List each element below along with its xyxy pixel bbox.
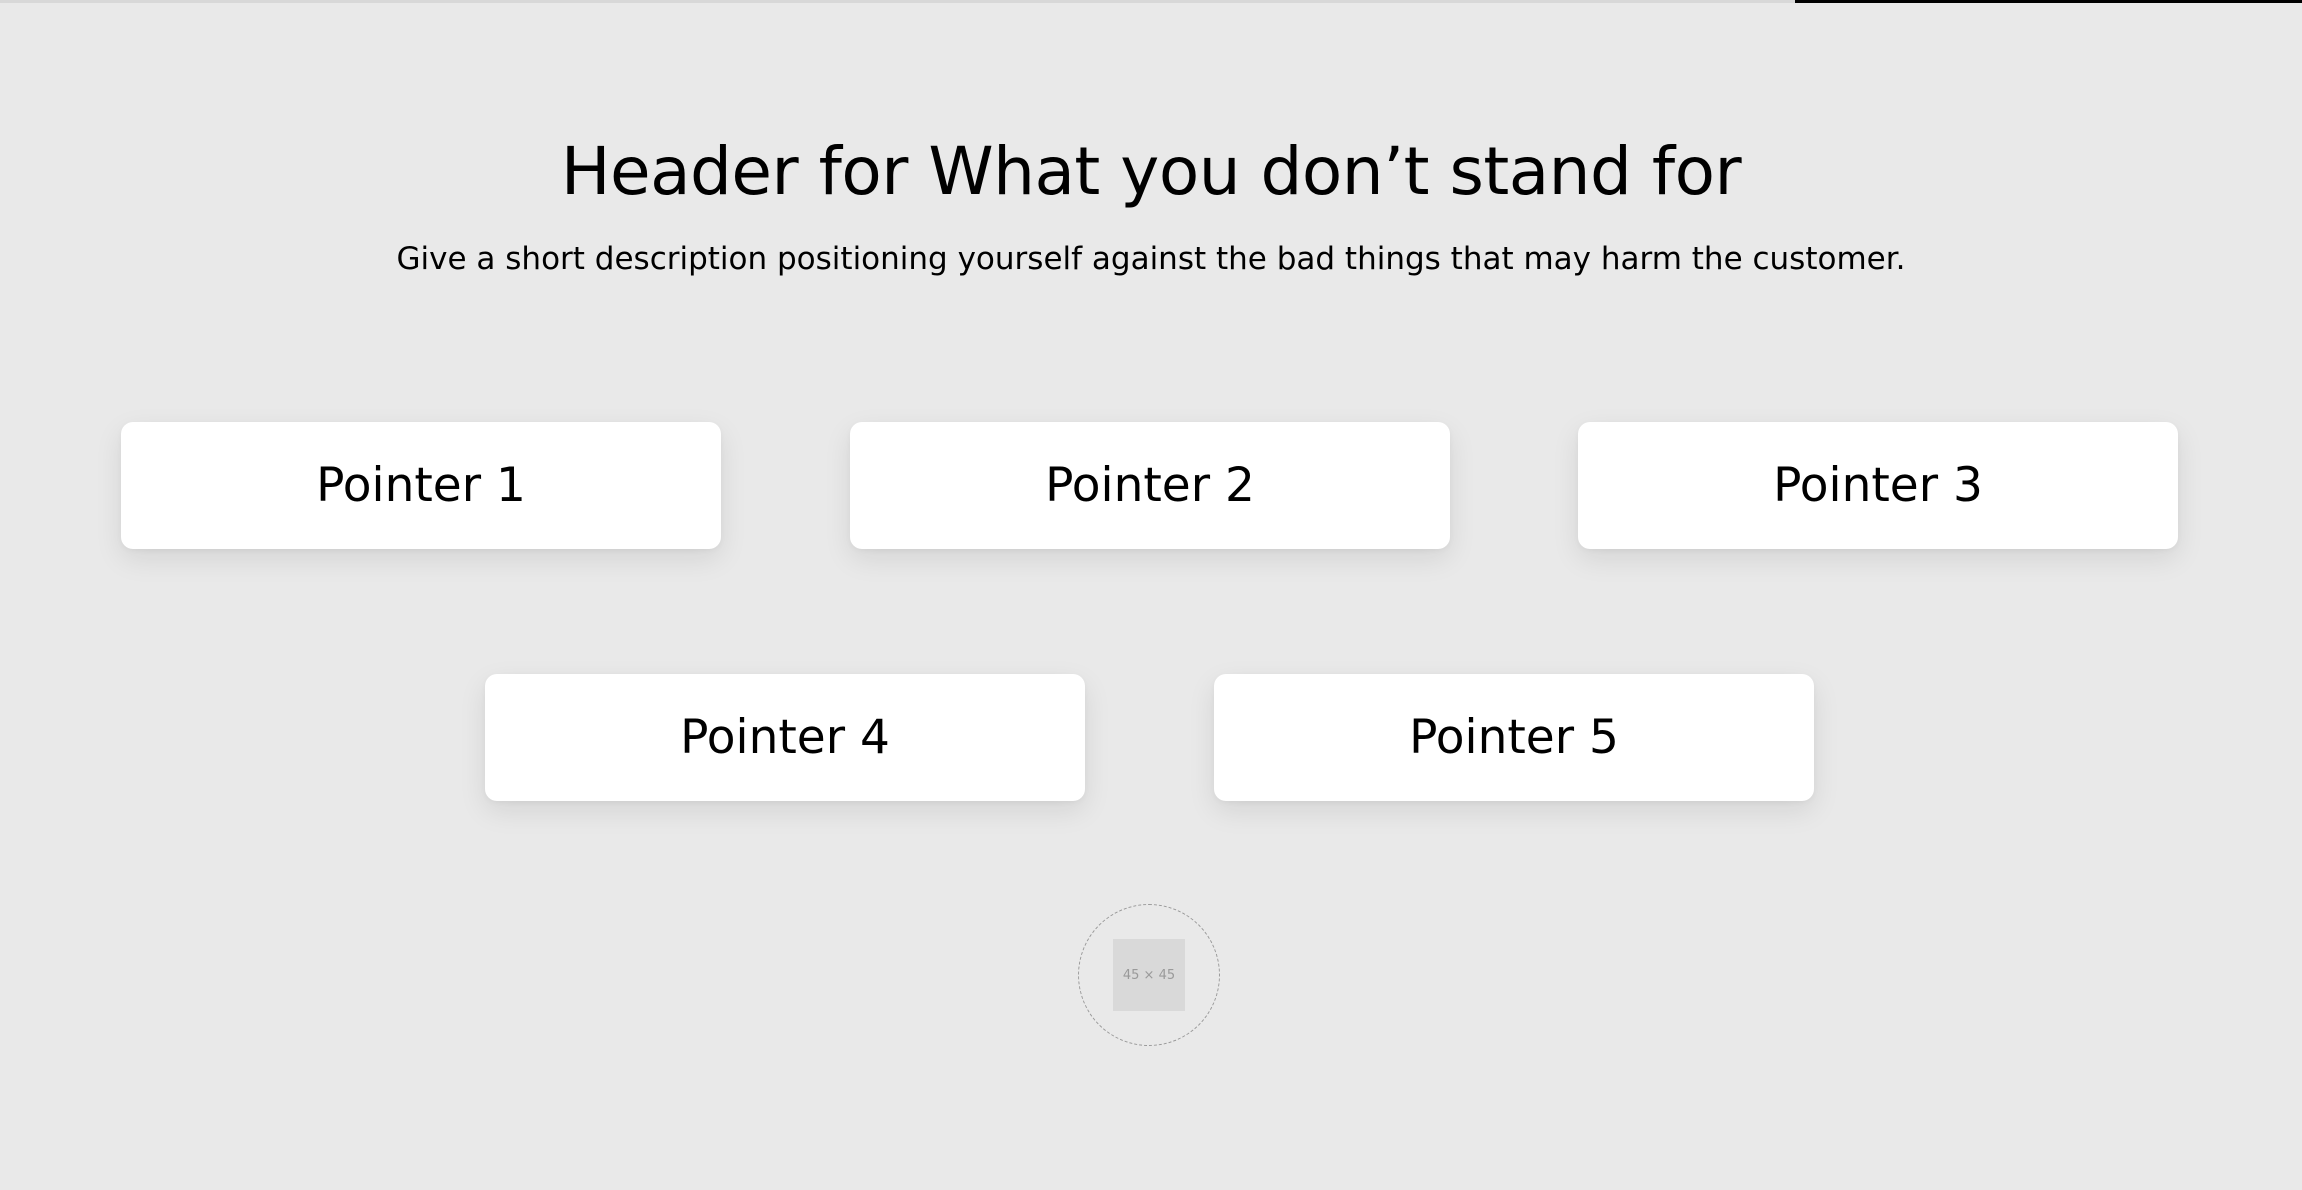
top-progress-indicator [1795,0,2302,3]
pointer-card-1[interactable]: Pointer 1 [121,422,721,549]
pointer-label: Pointer 2 [1045,457,1255,513]
pointer-label: Pointer 5 [1409,709,1619,765]
image-placeholder-icon: 45 × 45 [1113,939,1185,1011]
page-title: Header for What you don’t stand for [560,133,1742,210]
pointer-label: Pointer 3 [1773,457,1983,513]
image-placeholder-size: 45 × 45 [1122,967,1176,983]
pointer-label: Pointer 4 [680,709,890,765]
pointer-card-3[interactable]: Pointer 3 [1578,422,2178,549]
page: Header for What you don’t stand for Give… [0,0,2302,1190]
pointer-card-2[interactable]: Pointer 2 [850,422,1450,549]
pointer-card-4[interactable]: Pointer 4 [485,674,1085,801]
pointer-card-5[interactable]: Pointer 5 [1214,674,1814,801]
logo-placeholder[interactable]: 45 × 45 [1078,904,1220,1046]
page-subtitle: Give a short description positioning you… [396,241,1906,277]
pointer-label: Pointer 1 [316,457,526,513]
